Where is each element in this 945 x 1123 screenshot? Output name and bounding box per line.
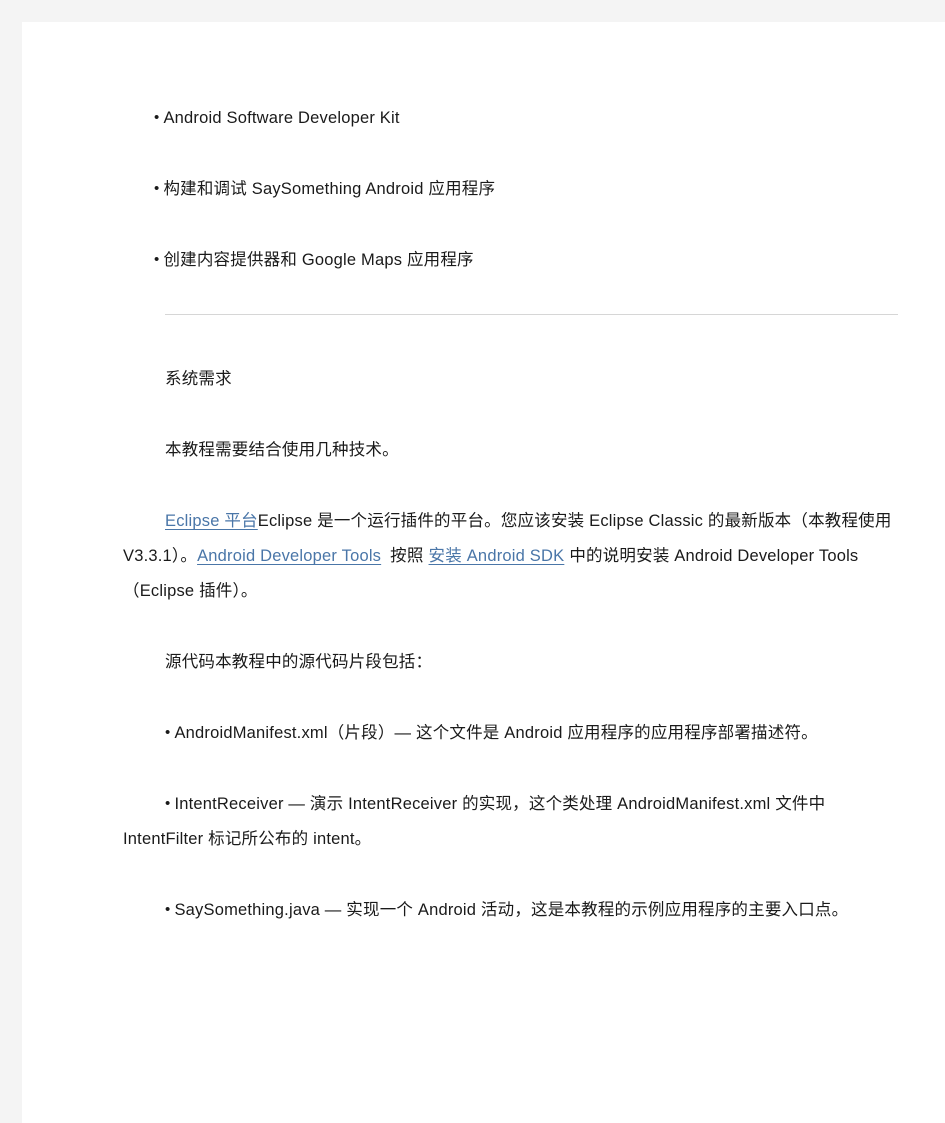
list-item: • 构建和调试 SaySomething Android 应用程序 [123, 171, 898, 207]
section-divider [165, 314, 898, 315]
list-item: • Android Software Developer Kit [123, 100, 898, 136]
document-page: • Android Software Developer Kit • 构建和调试 S… [22, 22, 945, 1123]
list-item-label: 创建内容提供器和 Google Maps 应用程序 [163, 251, 474, 269]
document-content: • Android Software Developer Kit • 构建和调试 S… [123, 100, 898, 928]
list-item: • 创建内容提供器和 Google Maps 应用程序 [123, 242, 898, 278]
source-code-paragraph: 源代码本教程中的源代码片段包括： [165, 653, 433, 671]
list-item-label: 构建和调试 SaySomething Android 应用程序 [163, 180, 496, 198]
top-bullet-list: • Android Software Developer Kit • 构建和调试 S… [123, 100, 898, 278]
list-item-label: AndroidManifest.xml（片段）— 这个文件是 Android 应… [174, 724, 818, 742]
link-eclipse-platform[interactable]: Eclipse 平台 [165, 512, 258, 530]
requirements-text-2: 按照 [390, 547, 424, 565]
list-item: • AndroidManifest.xml（片段）— 这个文件是 Android … [123, 715, 898, 751]
list-item: • SaySomething.java — 实现一个 Android 活动，这是本… [123, 892, 898, 928]
list-item-label: IntentReceiver — 演示 IntentReceiver 的实现，这… [123, 795, 826, 848]
link-android-developer-tools[interactable]: Android Developer Tools [197, 547, 381, 565]
source-bullet-list: • AndroidManifest.xml（片段）— 这个文件是 Android … [123, 715, 898, 928]
section-heading: 系统需求 [165, 370, 232, 388]
list-item: • IntentReceiver — 演示 IntentReceiver 的实现，… [123, 786, 898, 857]
section-intro-paragraph: 本教程需要结合使用几种技术。 [165, 441, 399, 459]
list-item-label: SaySomething.java — 实现一个 Android 活动，这是本教… [174, 901, 849, 919]
link-install-android-sdk[interactable]: 安装 Android SDK [429, 547, 565, 565]
list-item-label: Android Software Developer Kit [163, 109, 400, 127]
requirements-paragraph: Eclipse 平台Eclipse 是一个运行插件的平台。您应该安装 Eclip… [123, 504, 898, 609]
